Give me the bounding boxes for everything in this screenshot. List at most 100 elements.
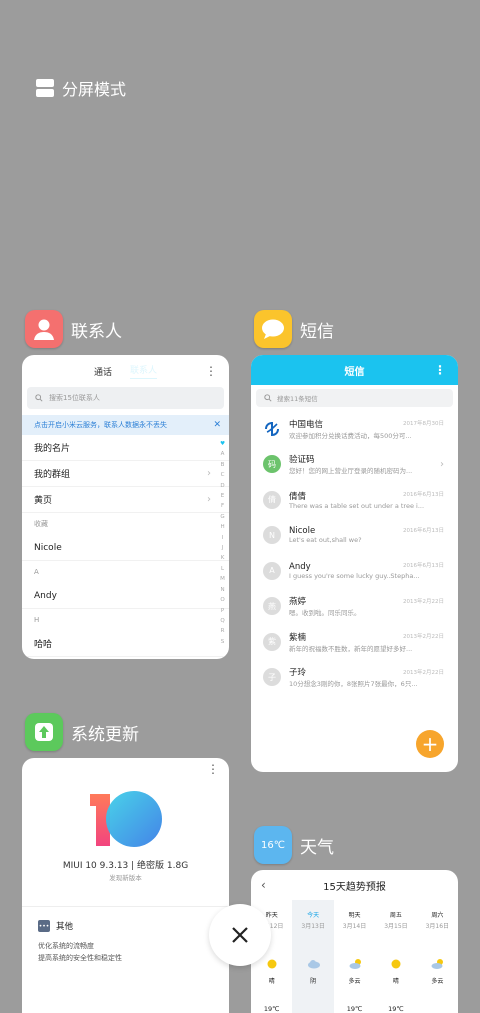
split-screen-button[interactable]: 分屏模式 <box>36 76 126 100</box>
section-header: 收藏 <box>22 513 229 535</box>
updater-app-icon <box>25 713 63 751</box>
alphabet-letter[interactable]: G <box>220 512 224 522</box>
message-row[interactable]: 燕燕婷 嗯。收到啦。同乐同乐。 2013年2月22日 <box>251 589 458 625</box>
message-row[interactable]: N Nicole Let's eat out,shall we? 2016年6月13日 <box>251 518 458 554</box>
avatar: 燕 <box>263 597 281 616</box>
alphabet-letter[interactable]: K <box>221 553 225 563</box>
alphabet-letter[interactable]: M <box>220 574 225 584</box>
alphabet-letter[interactable]: J <box>222 543 224 553</box>
other-section-title: 其他 <box>56 922 74 932</box>
contact-row[interactable]: 我的名片 <box>22 435 229 461</box>
message-time: 2013年2月22日 <box>403 634 444 640</box>
alphabet-letter[interactable]: F <box>221 501 224 511</box>
ellipsis-icon: ••• <box>38 920 50 932</box>
more-menu-icon[interactable]: ⋮ <box>434 363 446 377</box>
temperature-label: 19℃ <box>263 1005 280 1013</box>
date-label: 3月15日 <box>384 923 408 930</box>
alphabet-letter[interactable]: H <box>220 522 224 532</box>
close-all-button[interactable] <box>209 904 271 966</box>
temperature-label: 19℃ <box>346 1005 363 1013</box>
alphabet-letter[interactable]: A <box>221 449 225 459</box>
cloud-banner[interactable]: 点击开启小米云服务，联系人数据永不丢失 ✕ <box>22 415 229 435</box>
weather-app-name: 天气 <box>300 837 334 858</box>
tab-calls[interactable]: 通话 <box>94 365 112 378</box>
updater-app-name: 系统更新 <box>71 724 139 745</box>
message-row[interactable]: 中国电信 欢迎参加积分兑换话费活动，每500分可... 2017年8月30日 <box>251 411 458 447</box>
forecast-columns: 昨天 3月12日晴 19℃ 今天 3月13日阴明天 3月14日 多云 19℃ 周五 3月15日晴 1… <box>251 900 458 1013</box>
date-label: 3月16日 <box>425 923 450 930</box>
day-label: 昨天 <box>265 912 278 919</box>
sms-app-header[interactable]: 短信 <box>254 310 334 348</box>
updater-app-header[interactable]: 系统更新 <box>25 713 139 751</box>
alphabet-letter[interactable]: D <box>220 481 224 491</box>
alphabet-letter[interactable]: L <box>221 564 224 574</box>
tab-contacts[interactable]: 联系人 <box>130 363 158 379</box>
day-label: 今天 <box>307 912 320 919</box>
contact-row[interactable]: Nicole <box>22 535 229 561</box>
sms-title: 短信 <box>344 366 365 378</box>
sms-titlebar: 短信 ⋮ <box>251 355 458 385</box>
condition-label: 晴 <box>268 978 275 985</box>
forecast-day[interactable]: 今天 3月13日阴 <box>292 900 334 1013</box>
updater-card[interactable]: ⋮ MIUI 10 9.3.13 | 绝密版 1.8G 发现新版本 ••• 其他… <box>22 758 229 1013</box>
contacts-list: 我的名片 我的群组 › 黄页 › 收藏 Nicole A Andy H 哈哈 ♥ A B C D E F G H I J K… <box>22 435 229 657</box>
weather-card[interactable]: ‹ 15天趋势预报 昨天 3月12日晴 19℃ 今天 3月13日阴明天 3月14日 多云 19… <box>251 870 458 1013</box>
contact-row[interactable]: 我的群组 › <box>22 461 229 487</box>
forecast-day[interactable]: 周五 3月15日晴 19℃ <box>375 900 416 1013</box>
alphabet-index[interactable]: ♥ A B C D E F G H I J K L M N O P Q R S <box>220 439 225 647</box>
avatar: N <box>263 526 281 545</box>
message-preview: 10分想念3刚的你，8张照片7张最你，6只... <box>289 680 418 689</box>
sms-card[interactable]: 短信 ⋮ 搜索11条短信 中国电信 欢迎参加积分兑换话费活动，每500分可... 2… <box>251 355 458 772</box>
condition-label: 多云 <box>431 978 444 985</box>
sms-list: 中国电信 欢迎参加积分兑换话费活动，每500分可... 2017年8月30日码验证码… <box>251 411 458 695</box>
alphabet-letter[interactable]: S <box>221 637 225 647</box>
sms-search-input[interactable]: 搜索11条短信 <box>256 389 453 407</box>
row-label: 我的群组 <box>34 470 71 480</box>
alphabet-letter[interactable]: I <box>222 533 224 543</box>
more-menu-icon[interactable]: ⋮ <box>207 762 219 776</box>
contacts-app-header[interactable]: 联系人 <box>25 310 122 348</box>
alphabet-letter[interactable]: P <box>221 606 224 616</box>
message-time: 2016年6月13日 <box>403 563 444 569</box>
contact-row[interactable]: Andy <box>22 583 229 609</box>
more-menu-icon[interactable]: ⋮ <box>205 364 217 378</box>
new-message-button[interactable]: + <box>416 730 444 758</box>
close-icon[interactable]: ✕ <box>213 420 221 430</box>
alphabet-letter[interactable]: O <box>220 595 224 605</box>
contacts-card[interactable]: 通话 联系人 ⋮ 搜索15位联系人 点击开启小米云服务，联系人数据永不丢失 ✕ … <box>22 355 229 659</box>
alphabet-letter[interactable]: R <box>221 626 225 636</box>
message-preview: 新年的祝福数不胜数，新年的愿望好多好... <box>289 644 413 653</box>
row-label: A <box>34 568 39 576</box>
sms-app-name: 短信 <box>300 321 334 342</box>
condition-label: 晴 <box>392 978 399 985</box>
weather-app-header[interactable]: 16℃ 天气 <box>254 826 334 864</box>
message-row[interactable]: 子子玲 10分想念3刚的你，8张照片7张最你，6只... 2013年2月22日 <box>251 660 458 696</box>
message-row[interactable]: 紫紫楠 新年的祝福数不胜数，新年的愿望好多好... 2013年2月22日 <box>251 624 458 660</box>
alphabet-letter[interactable]: B <box>221 460 225 470</box>
alphabet-letter[interactable]: Q <box>220 616 224 626</box>
sun-weather-icon <box>390 958 402 970</box>
message-preview: Let's eat out,shall we? <box>289 536 362 545</box>
sender-name: 验证码 <box>289 455 315 466</box>
sun-weather-icon <box>266 958 278 970</box>
message-row[interactable]: 码验证码 您好！您的网上营业厅登录的随机密码为... › <box>251 447 458 483</box>
contacts-search-input[interactable]: 搜索15位联系人 <box>27 387 224 409</box>
alphabet-letter[interactable]: E <box>221 491 224 501</box>
alphabet-letter[interactable]: C <box>221 470 225 480</box>
row-label: Andy <box>34 590 57 601</box>
alphabet-letter[interactable]: ♥ <box>220 439 225 449</box>
forecast-day[interactable]: 周六 3月16日 多云 <box>417 900 458 1013</box>
message-row[interactable]: 倩倩倩 There was a table set out under a tre… <box>251 482 458 518</box>
row-label: 哈哈 <box>34 640 53 650</box>
alphabet-letter[interactable]: N <box>220 585 224 595</box>
avatar: 倩 <box>263 490 281 509</box>
forecast-day[interactable]: 明天 3月14日 多云 19℃ <box>334 900 375 1013</box>
desc-line-2: 提高系统的安全性和稳定性 <box>38 954 122 962</box>
message-preview: 欢迎参加积分兑换话费活动，每500分可... <box>289 431 412 440</box>
contact-row[interactable]: 黄页 › <box>22 487 229 513</box>
back-arrow-icon[interactable]: ‹ <box>261 878 266 892</box>
contacts-app-name: 联系人 <box>71 321 122 342</box>
contact-row[interactable]: 哈哈 <box>22 631 229 657</box>
close-icon <box>232 927 248 943</box>
message-row[interactable]: A Andy I guess you're some lucky guy..Step… <box>251 553 458 589</box>
